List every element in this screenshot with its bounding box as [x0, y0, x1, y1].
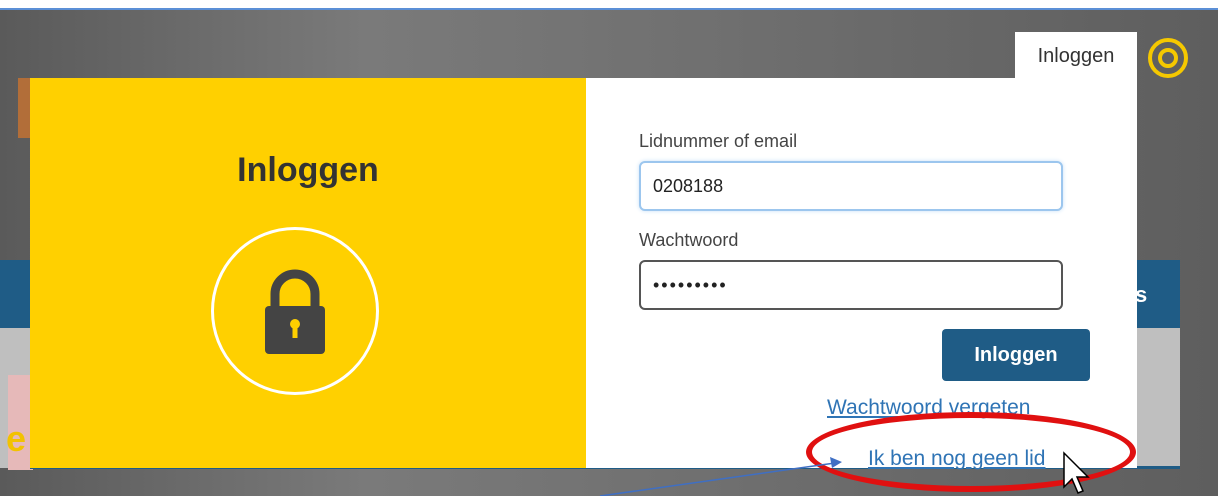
mouse-cursor-icon [1063, 451, 1090, 494]
annotation-arrow [599, 457, 842, 496]
